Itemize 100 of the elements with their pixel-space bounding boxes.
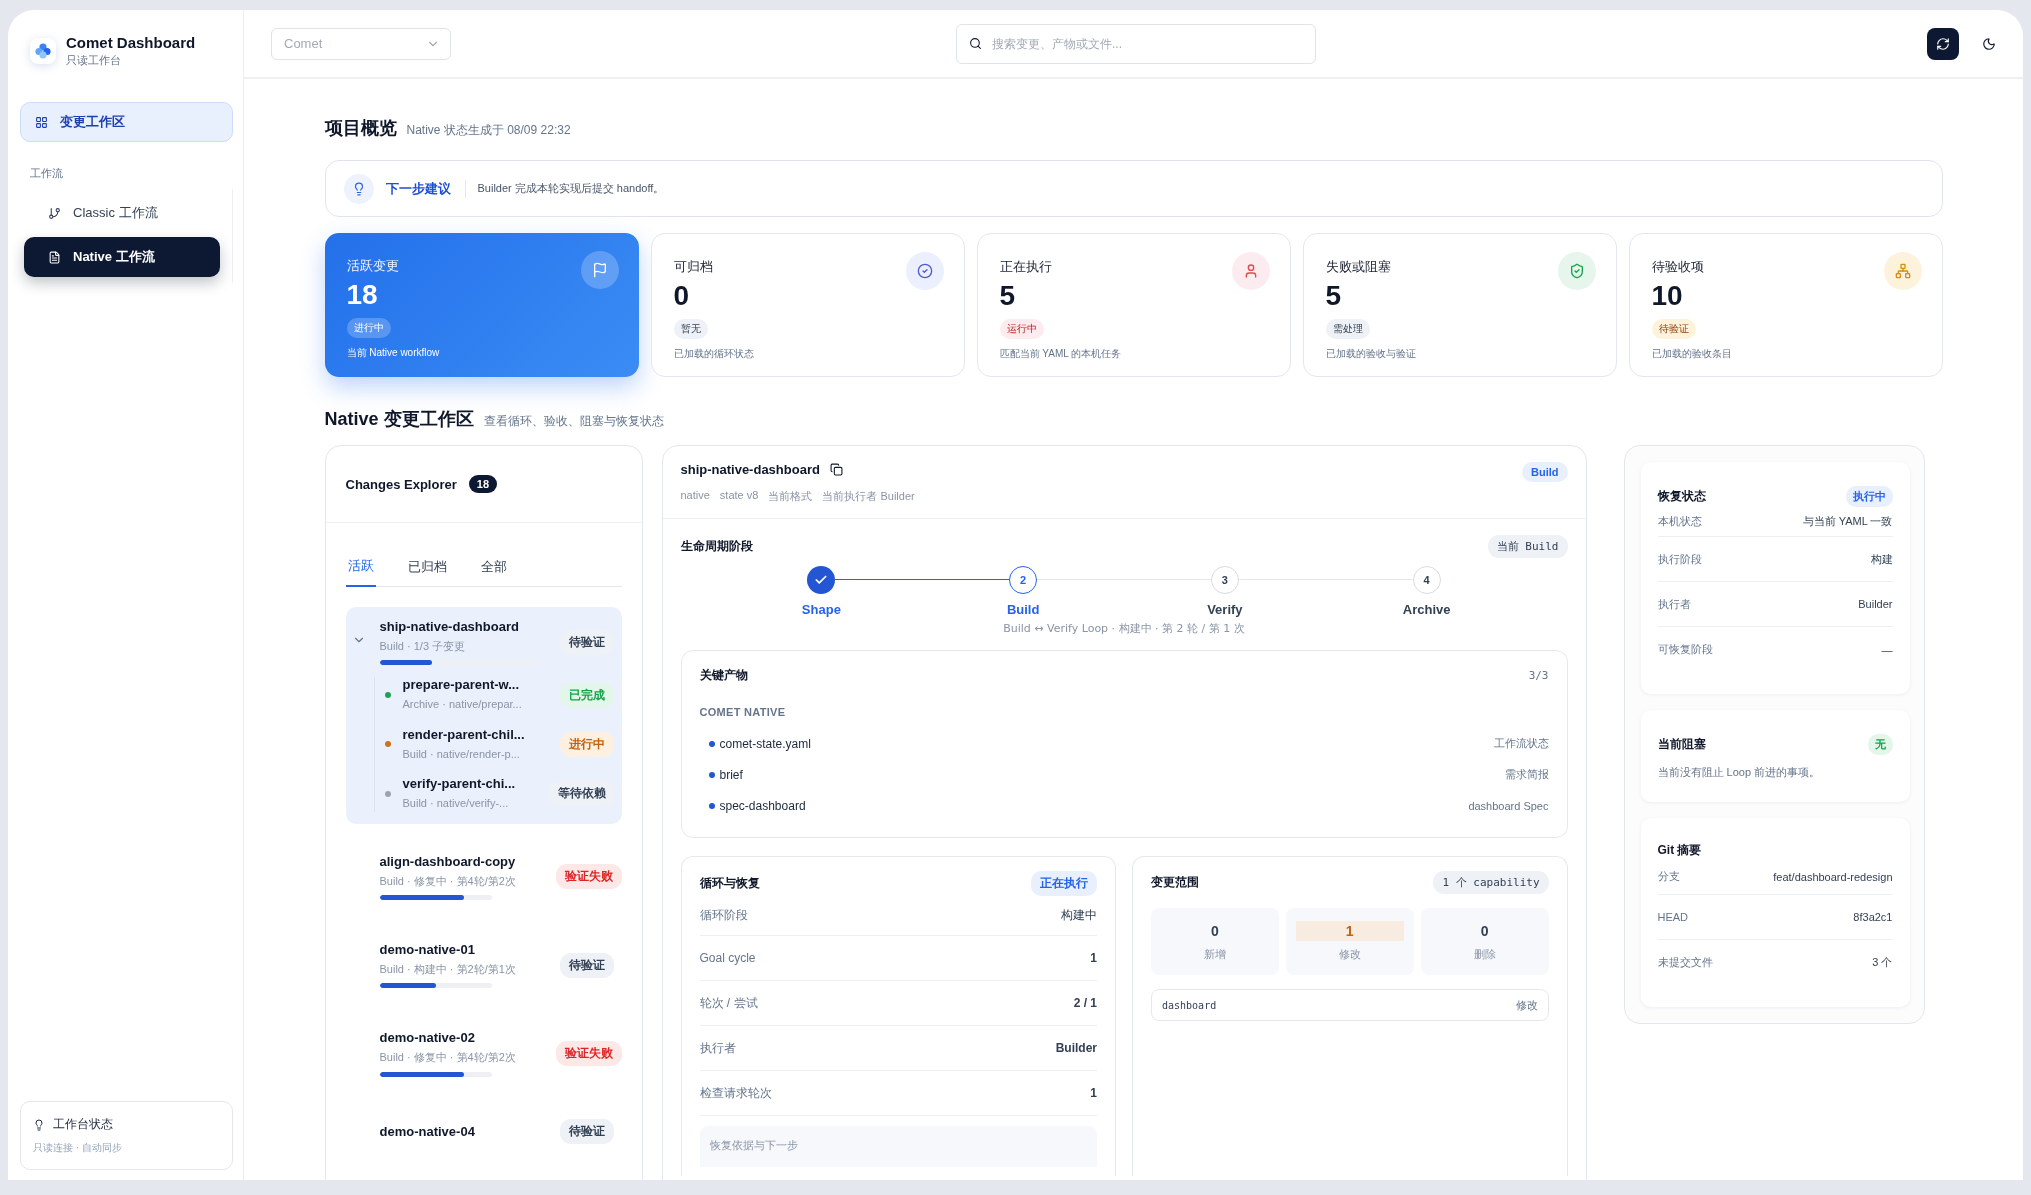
stat-badge: 暂无 bbox=[673, 319, 708, 339]
artifact-description: 工作流状态 bbox=[1493, 736, 1549, 751]
status-badge: 验证失败 bbox=[555, 1041, 622, 1067]
status-badge: 进行中 bbox=[559, 731, 614, 757]
stat-label: 删除 bbox=[1473, 947, 1496, 962]
stage-step: 2 bbox=[1009, 566, 1038, 594]
row-value: — bbox=[1881, 643, 1893, 656]
stat-value: 1 bbox=[1295, 921, 1404, 941]
stat-icon bbox=[1231, 252, 1270, 290]
stat-label: 活跃变更 bbox=[346, 257, 400, 275]
stat-value: 5 bbox=[1325, 280, 1343, 312]
tab[interactable]: 活跃 bbox=[345, 551, 376, 587]
artifact-group: COMET NATIVE bbox=[699, 706, 1549, 718]
section-label: 工作流 bbox=[30, 166, 64, 181]
artifact-name[interactable]: comet-state.yaml bbox=[719, 736, 1494, 751]
section-title: 变更范围 bbox=[1151, 874, 1199, 891]
row-value: 2 / 1 bbox=[1073, 996, 1097, 1010]
child-change-name[interactable]: verify-parent-chi... bbox=[402, 776, 543, 792]
section-title: 关键产物 bbox=[699, 667, 748, 684]
stat-value: 0 bbox=[1479, 922, 1490, 941]
nav-item[interactable]: 变更工作区 bbox=[20, 102, 233, 142]
child-change-name[interactable]: render-parent-chil... bbox=[402, 726, 554, 742]
bulb-icon bbox=[343, 173, 374, 204]
artifact-count: 3/3 bbox=[1528, 669, 1549, 682]
search-field[interactable]: 搜索变更、产物或文件... bbox=[956, 23, 1316, 64]
status-badge: 执行中 bbox=[1845, 486, 1893, 507]
count-badge: 18 bbox=[468, 475, 497, 493]
row-value: 8f3a2c1 bbox=[1853, 911, 1893, 923]
bullet-icon bbox=[708, 771, 715, 778]
stage-label: Archive bbox=[1402, 602, 1451, 617]
search-field[interactable]: 搜索变更、产物或文件... bbox=[990, 24, 1303, 63]
change-name[interactable]: align-dashboard-copy bbox=[379, 853, 550, 869]
tab[interactable]: 全部 bbox=[478, 551, 509, 586]
stage-label: Build bbox=[1006, 602, 1040, 617]
status-detail: 只读连接 · 自动同步 bbox=[33, 1141, 123, 1155]
row-label: 可恢复阶段 bbox=[1657, 642, 1713, 657]
stat-icon bbox=[1557, 252, 1596, 290]
artifact-name[interactable]: spec-dashboard bbox=[719, 798, 1469, 813]
refresh-button[interactable] bbox=[1927, 27, 1959, 60]
stat-value: 0 bbox=[673, 280, 691, 312]
change-title: ship-native-dashboard bbox=[680, 462, 820, 477]
row-label: 轮次 / 尝试 bbox=[699, 994, 758, 1012]
change-meta: Build · 构建中 · 第2轮/第1次 bbox=[379, 961, 517, 977]
stat-label: 新增 bbox=[1203, 947, 1226, 962]
artifact-description: 需求简报 bbox=[1504, 767, 1549, 782]
change-name[interactable]: demo-native-01 bbox=[379, 941, 554, 957]
stat-note: 已加载的循环状态 bbox=[673, 347, 755, 361]
row-label: HEAD bbox=[1657, 911, 1689, 923]
copy-icon[interactable] bbox=[829, 463, 843, 476]
status-badge: 待验证 bbox=[559, 952, 614, 978]
change-meta: Build · 修复中 · 第4轮/第2次 bbox=[379, 1050, 517, 1066]
row-label: 执行阶段 bbox=[1657, 551, 1702, 567]
stat-label: 修改 bbox=[1338, 947, 1361, 962]
refresh-icon bbox=[1936, 36, 1950, 51]
status-badge: 已完成 bbox=[559, 682, 614, 708]
change-name[interactable]: demo-native-02 bbox=[379, 1030, 550, 1046]
moon-icon bbox=[1982, 36, 1996, 51]
stage-label: Shape bbox=[801, 602, 841, 617]
meta-tag: 当前格式 bbox=[768, 489, 813, 504]
current-stage-badge: 当前 Build bbox=[1487, 535, 1568, 558]
workflow-item[interactable]: Classic 工作流 bbox=[24, 193, 220, 233]
stat-icon bbox=[580, 251, 619, 289]
change-meta: Build · 修复中 · 第4轮/第2次 bbox=[379, 873, 517, 889]
grid-icon bbox=[35, 115, 48, 129]
document-icon bbox=[48, 250, 61, 264]
loop-note: Build ↔ Verify Loop · 构建中 · 第 2 轮 / 第 1 次 bbox=[1002, 621, 1246, 636]
stat-icon bbox=[905, 252, 944, 290]
stat-badge: 运行中 bbox=[999, 319, 1044, 339]
meta-tag: native bbox=[680, 489, 710, 504]
suggestion-label[interactable]: 下一步建议 bbox=[385, 179, 466, 198]
child-change-name[interactable]: prepare-parent-w... bbox=[402, 677, 554, 693]
stat-label: 可归档 bbox=[673, 258, 714, 276]
tab[interactable]: 已归档 bbox=[405, 551, 449, 586]
row-label: 未提交文件 bbox=[1657, 955, 1713, 970]
change-item-highlight[interactable]: ship-native-dashboard Build · 1/3 子变更 待验证 prepare-parent-w... Archive · native/prepar... 已完成 render-parent-chil... Build · native/render-p... 进行中 verify-parent-chi... Build · native/verify-... 等待依赖 bbox=[345, 607, 622, 824]
status-badge: 正在执行 bbox=[1031, 871, 1097, 896]
row-label: Goal cycle bbox=[699, 951, 756, 965]
row-label: 分支 bbox=[1657, 869, 1680, 884]
capability-badge: 1 个 capability bbox=[1433, 871, 1549, 894]
section-subtitle: 查看循环、验收、阻塞与恢复状态 bbox=[483, 413, 664, 430]
section-title: 恢复状态 bbox=[1657, 488, 1706, 505]
child-change-meta: Archive · native/prepar... bbox=[402, 697, 523, 713]
row-value: 与当前 YAML 一致 bbox=[1802, 514, 1893, 529]
stat-value: 10 bbox=[1651, 280, 1684, 312]
section-title: Native 变更工作区 bbox=[324, 408, 474, 431]
row-value: 3 个 bbox=[1872, 955, 1893, 970]
stat-label: 正在执行 bbox=[999, 258, 1053, 276]
suggestion-text: Builder 完成本轮实现后提交 handoff。 bbox=[477, 181, 665, 196]
capability-name: dashboard bbox=[1162, 999, 1217, 1011]
row-value: 构建中 bbox=[1061, 907, 1097, 924]
change-name[interactable]: demo-native-04 bbox=[379, 1123, 554, 1139]
section-title: Git 摘要 bbox=[1657, 842, 1703, 859]
change-name[interactable]: ship-native-dashboard bbox=[379, 619, 554, 634]
app-subtitle: 只读工作台 bbox=[66, 53, 122, 68]
meta-tag: 当前执行者 Builder bbox=[822, 489, 915, 504]
row-label: 本机状态 bbox=[1657, 514, 1702, 529]
stat-value: 0 bbox=[1210, 922, 1220, 941]
workflow-item[interactable]: Native 工作流 bbox=[24, 237, 220, 277]
stat-note: 已加载的验收条目 bbox=[1651, 347, 1733, 361]
artifact-name[interactable]: brief bbox=[719, 767, 1505, 782]
